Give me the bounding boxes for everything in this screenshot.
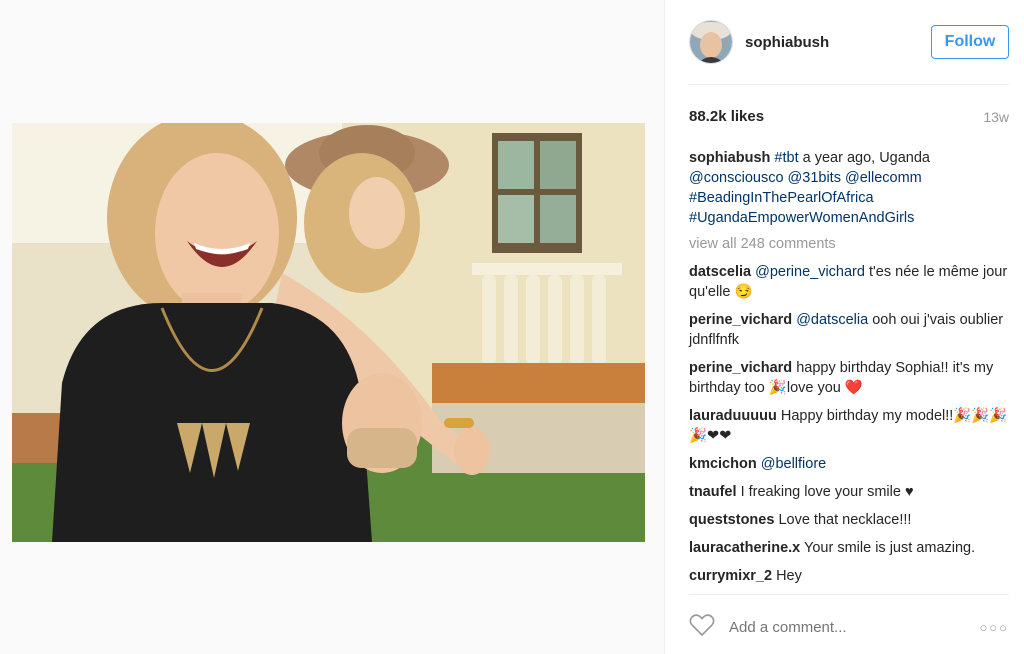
hashtag-link[interactable]: #BeadingInThePearlOfAfrica bbox=[689, 190, 874, 206]
add-comment-bar: ○○○ bbox=[689, 612, 1009, 642]
follow-button[interactable]: Follow bbox=[931, 25, 1009, 59]
comment-author[interactable]: currymixr_2 bbox=[689, 568, 772, 584]
post-time[interactable]: 13w bbox=[983, 109, 1009, 125]
comment-author[interactable]: datscelia bbox=[689, 264, 751, 280]
comment-list: datscelia @perine_vichard t'es née le mê… bbox=[689, 262, 1009, 586]
likes-count[interactable]: 88.2k likes bbox=[689, 108, 764, 125]
comment: currymixr_2 Hey bbox=[689, 566, 1009, 586]
post-photo[interactable] bbox=[12, 123, 645, 542]
avatar[interactable] bbox=[689, 20, 733, 64]
comment-author[interactable]: kmcichon bbox=[689, 456, 757, 472]
view-all-comments-link[interactable]: view all 248 comments bbox=[689, 234, 1009, 254]
comment-author[interactable]: lauraduuuuu bbox=[689, 408, 777, 424]
mention-link[interactable]: @consciousco bbox=[689, 170, 784, 186]
ellipsis-icon[interactable]: ○○○ bbox=[979, 620, 1009, 635]
mention-link[interactable]: @datscelia bbox=[796, 312, 868, 328]
footer-divider bbox=[689, 594, 1009, 595]
comment-author[interactable]: lauracatherine.x bbox=[689, 540, 800, 556]
post-details-pane: sophiabush Follow 88.2k likes 13w sophia… bbox=[664, 0, 1024, 654]
photo-pane bbox=[0, 0, 664, 654]
add-comment-input[interactable] bbox=[727, 617, 951, 637]
comment: queststones Love that necklace!!! bbox=[689, 510, 1009, 530]
comment-author[interactable]: perine_vichard bbox=[689, 360, 792, 376]
mention-link[interactable]: @ellecomm bbox=[845, 170, 922, 186]
comment: lauracatherine.x Your smile is just amaz… bbox=[689, 538, 1009, 558]
caption-text: a year ago, Uganda bbox=[802, 150, 930, 166]
comment-text: Love that necklace!!! bbox=[778, 512, 912, 528]
comment: perine_vichard @datscelia ooh oui j'vais… bbox=[689, 310, 1009, 350]
comment-author[interactable]: perine_vichard bbox=[689, 312, 792, 328]
comment-text: Your smile is just amazing. bbox=[804, 540, 976, 556]
comment: perine_vichard happy birthday Sophia!! i… bbox=[689, 358, 1009, 398]
comments-area: sophiabush #tbt a year ago, Uganda @cons… bbox=[689, 148, 1009, 594]
comment: kmcichon @bellfiore bbox=[689, 454, 1009, 474]
comment-author[interactable]: queststones bbox=[689, 512, 774, 528]
likes-row: 88.2k likes 13w bbox=[689, 108, 1009, 125]
comment-text: Hey bbox=[776, 568, 802, 584]
heart-outline-icon[interactable] bbox=[689, 613, 715, 642]
comment-text: I freaking love your smile ♥ bbox=[740, 484, 914, 500]
mention-link[interactable]: @bellfiore bbox=[761, 456, 827, 472]
comment-author[interactable]: tnaufel bbox=[689, 484, 737, 500]
mention-link[interactable]: @perine_vichard bbox=[755, 264, 865, 280]
comment: tnaufel I freaking love your smile ♥ bbox=[689, 482, 1009, 502]
post-header: sophiabush Follow bbox=[689, 18, 1009, 66]
hashtag-link[interactable]: #tbt bbox=[774, 150, 798, 166]
comment: datscelia @perine_vichard t'es née le mê… bbox=[689, 262, 1009, 302]
username[interactable]: sophiabush bbox=[745, 34, 829, 51]
header-divider bbox=[689, 84, 1009, 85]
hashtag-link[interactable]: #UgandaEmpowerWomenAndGirls bbox=[689, 210, 914, 226]
caption: sophiabush #tbt a year ago, Uganda @cons… bbox=[689, 148, 1009, 228]
mention-link[interactable]: @31bits bbox=[788, 170, 841, 186]
caption-author[interactable]: sophiabush bbox=[689, 150, 770, 166]
comment: lauraduuuuu Happy birthday my model!!🎉🎉🎉… bbox=[689, 406, 1009, 446]
